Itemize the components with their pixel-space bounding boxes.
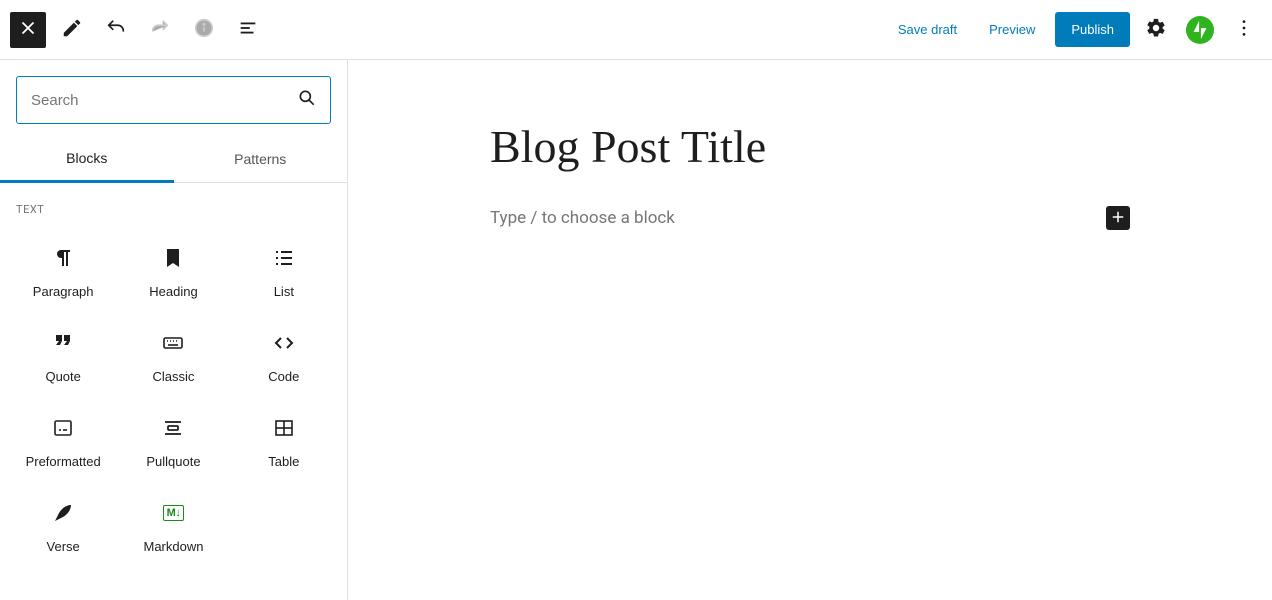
pilcrow-icon (51, 246, 75, 270)
block-label: List (274, 284, 294, 299)
inserter-panel: Blocks Patterns TEXT Paragraph Heading (0, 60, 348, 600)
code-icon (272, 331, 296, 355)
block-prompt[interactable]: Type / to choose a block (490, 208, 1094, 228)
tab-blocks[interactable]: Blocks (0, 136, 174, 183)
block-markdown[interactable]: M↓ Markdown (118, 483, 228, 568)
outline-button[interactable] (230, 12, 266, 48)
block-label: Code (268, 369, 299, 384)
top-toolbar: Save draft Preview Publish (0, 0, 1272, 60)
tab-patterns[interactable]: Patterns (174, 136, 348, 182)
block-label: Verse (47, 539, 80, 554)
category-text-label: TEXT (0, 183, 347, 220)
block-table[interactable]: Table (229, 398, 339, 483)
block-label: Heading (149, 284, 197, 299)
block-paragraph[interactable]: Paragraph (8, 228, 118, 313)
main-area: Blocks Patterns TEXT Paragraph Heading (0, 60, 1272, 600)
jetpack-icon (1186, 16, 1214, 44)
undo-icon (105, 17, 127, 42)
markdown-icon: M↓ (163, 501, 185, 525)
redo-icon (149, 17, 171, 42)
post-content: Blog Post Title Type / to choose a block (480, 120, 1140, 230)
jetpack-button[interactable] (1182, 12, 1218, 48)
pullquote-icon (161, 416, 185, 440)
block-classic[interactable]: Classic (118, 313, 228, 398)
add-block-button[interactable] (1106, 206, 1130, 230)
block-label: Classic (153, 369, 195, 384)
info-icon (193, 17, 215, 42)
block-verse[interactable]: Verse (8, 483, 118, 568)
toolbar-left (10, 12, 266, 48)
editor-canvas[interactable]: Blog Post Title Type / to choose a block (348, 60, 1272, 600)
feather-icon (51, 501, 75, 525)
edit-tool-button[interactable] (54, 12, 90, 48)
block-list[interactable]: List (229, 228, 339, 313)
inserter-tabs: Blocks Patterns (0, 136, 347, 183)
kebab-icon (1233, 17, 1255, 42)
info-button[interactable] (186, 12, 222, 48)
bookmark-icon (161, 246, 185, 270)
preview-button[interactable]: Preview (977, 14, 1047, 45)
block-grid: Paragraph Heading List Quote (0, 220, 347, 576)
block-quote[interactable]: Quote (8, 313, 118, 398)
settings-button[interactable] (1138, 12, 1174, 48)
block-heading[interactable]: Heading (118, 228, 228, 313)
plus-icon (1109, 208, 1127, 229)
list-icon (272, 246, 296, 270)
block-label: Markdown (144, 539, 204, 554)
quote-icon (51, 331, 75, 355)
toolbar-right: Save draft Preview Publish (886, 12, 1262, 48)
block-label: Table (268, 454, 299, 469)
table-icon (272, 416, 296, 440)
save-draft-button[interactable]: Save draft (886, 14, 969, 45)
redo-button[interactable] (142, 12, 178, 48)
preformatted-icon (51, 416, 75, 440)
block-label: Preformatted (26, 454, 101, 469)
keyboard-icon (161, 331, 185, 355)
pencil-icon (61, 17, 83, 42)
list-view-icon (237, 17, 259, 42)
gear-icon (1145, 17, 1167, 42)
block-label: Pullquote (146, 454, 200, 469)
more-options-button[interactable] (1226, 12, 1262, 48)
undo-button[interactable] (98, 12, 134, 48)
close-icon (17, 17, 39, 42)
default-block-row: Type / to choose a block (490, 206, 1130, 230)
block-pullquote[interactable]: Pullquote (118, 398, 228, 483)
block-code[interactable]: Code (229, 313, 339, 398)
close-inserter-button[interactable] (10, 12, 46, 48)
block-label: Paragraph (33, 284, 94, 299)
search-input[interactable] (16, 76, 331, 124)
post-title-input[interactable]: Blog Post Title (490, 120, 1130, 176)
publish-button[interactable]: Publish (1055, 12, 1130, 47)
search-icon (297, 88, 317, 112)
block-preformatted[interactable]: Preformatted (8, 398, 118, 483)
block-label: Quote (45, 369, 80, 384)
search-field-wrap (16, 76, 331, 124)
